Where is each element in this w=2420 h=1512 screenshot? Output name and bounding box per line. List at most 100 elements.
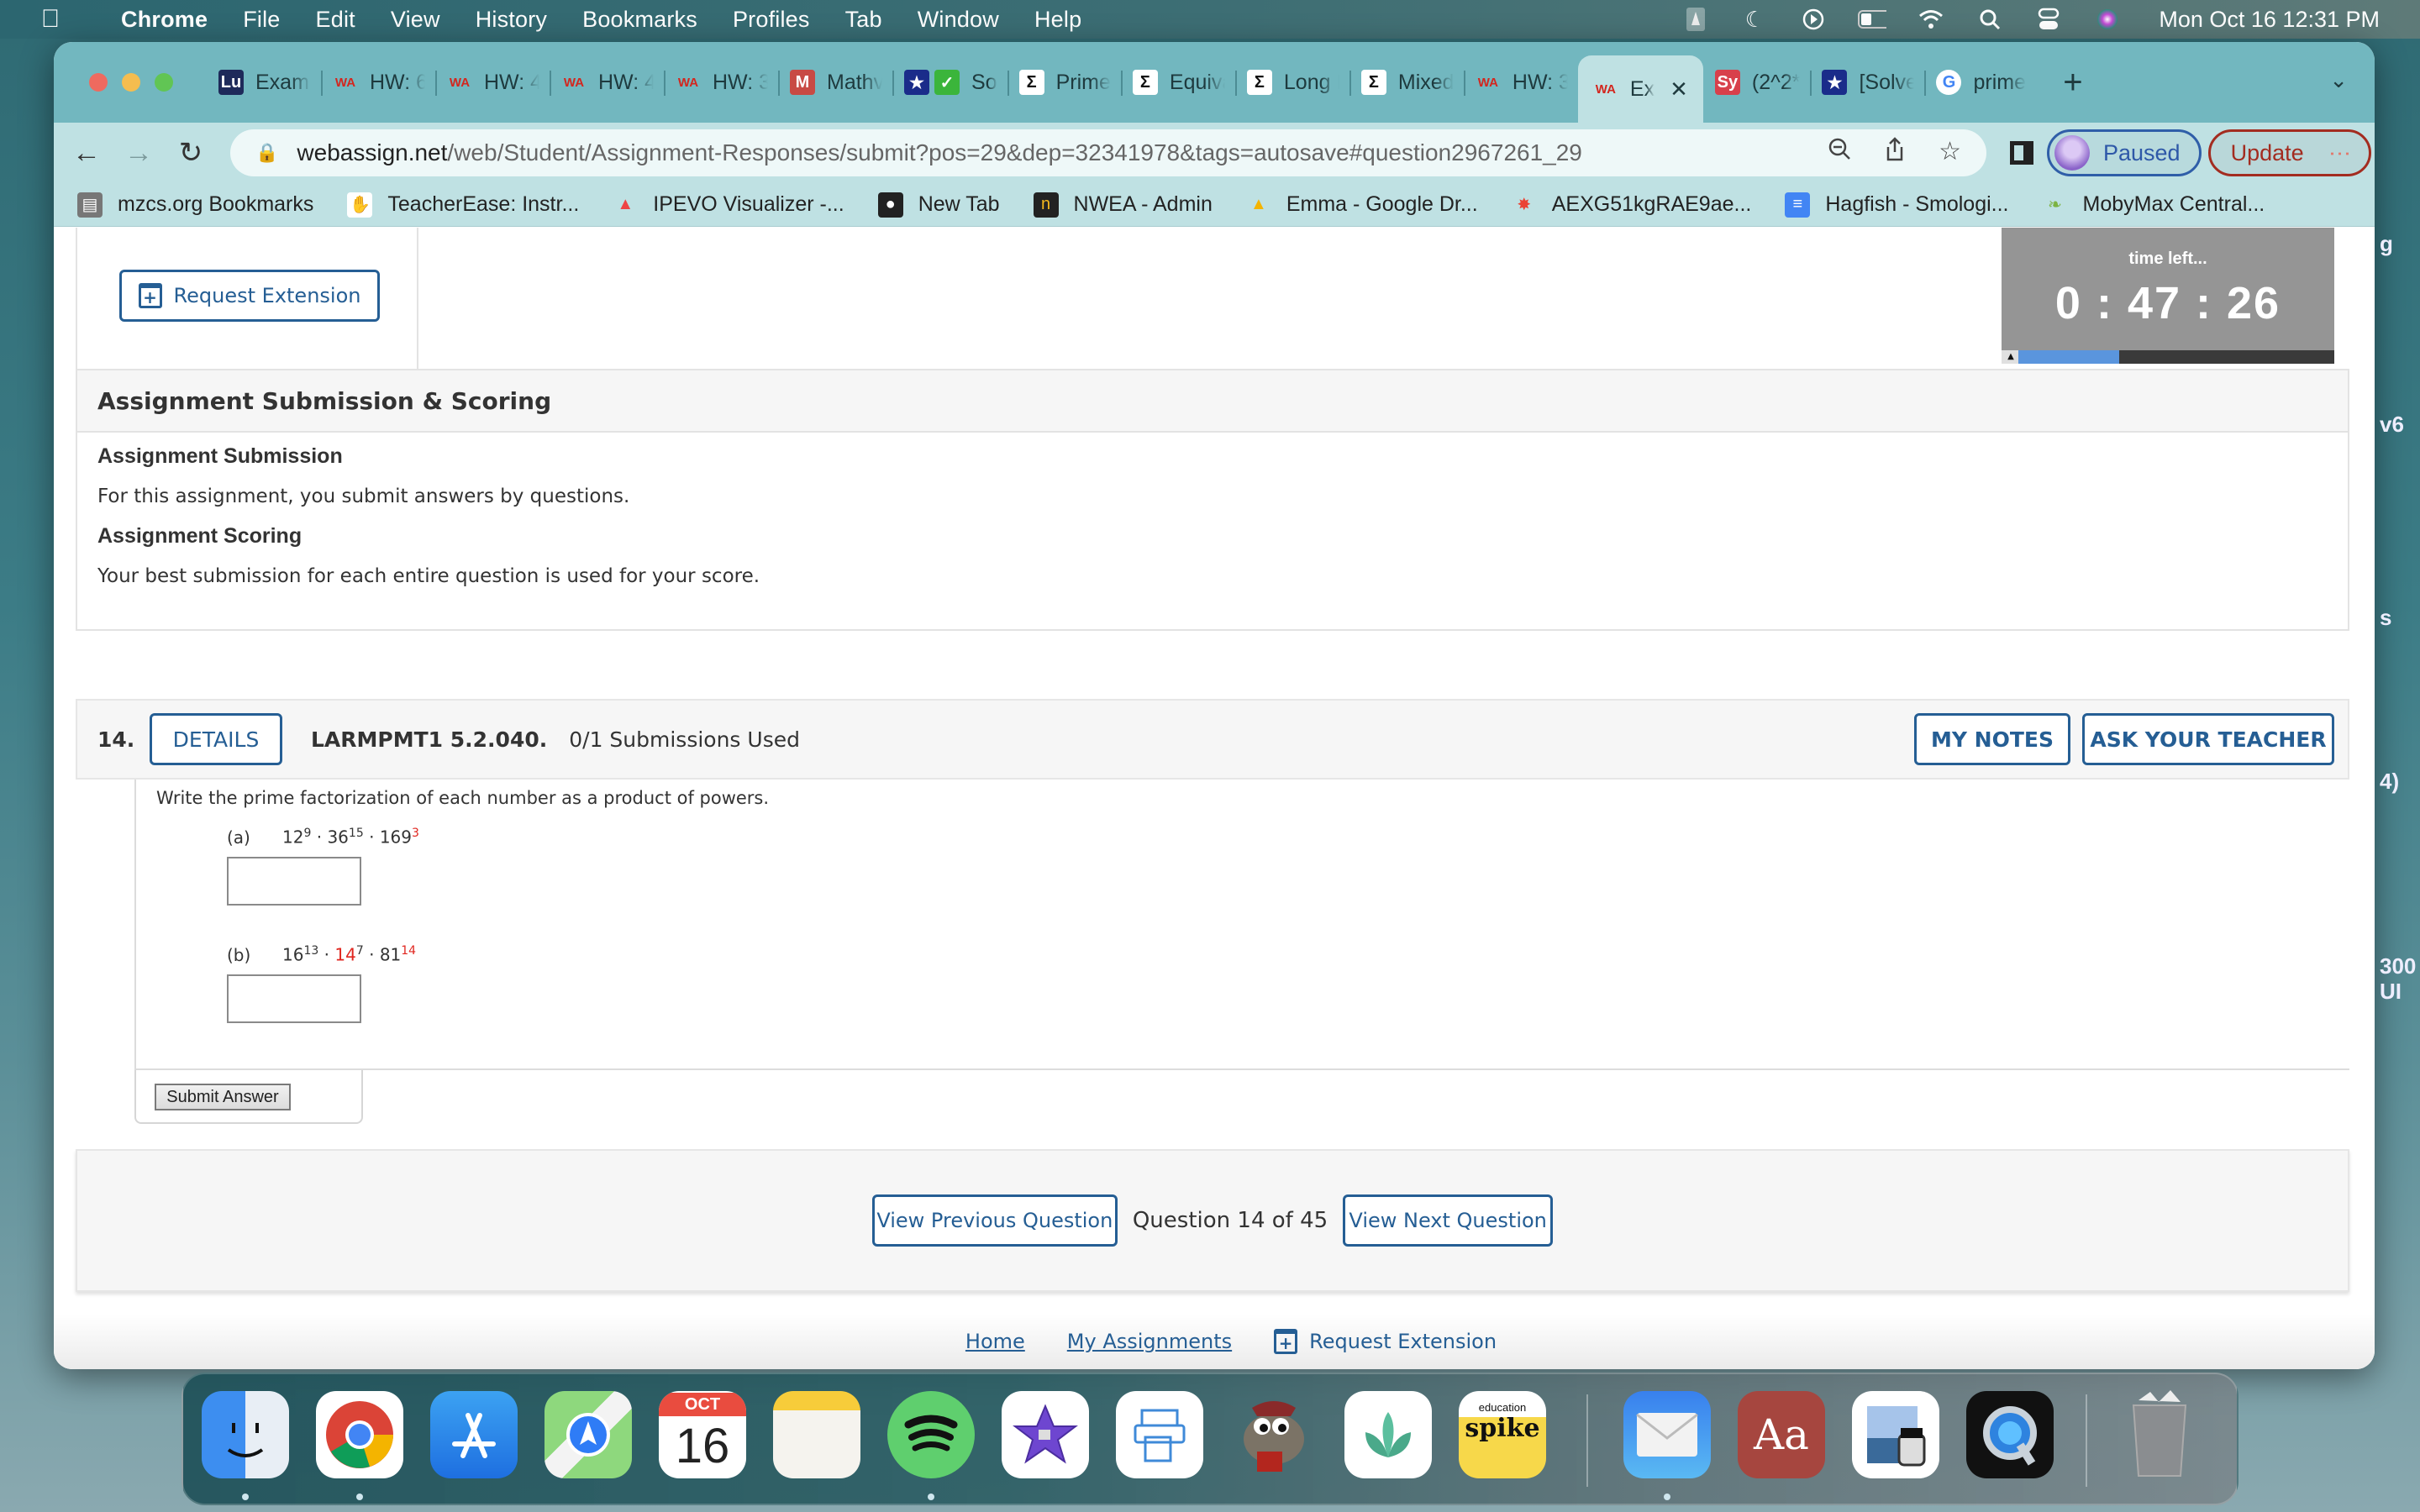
tab[interactable]: WA HW: 4 [550, 57, 664, 108]
webassign-favicon-icon: WA [677, 75, 699, 90]
menu-help[interactable]: Help [1034, 7, 1081, 33]
moon-icon[interactable]: ☾ [1740, 5, 1769, 34]
menu-tab[interactable]: Tab [845, 7, 882, 33]
ask-your-teacher-button[interactable]: ASK YOUR TEACHER [2082, 713, 2334, 765]
menu-file[interactable]: File [243, 7, 280, 33]
menu-edit[interactable]: Edit [316, 7, 355, 33]
dock-imovie-icon[interactable] [1002, 1391, 1089, 1478]
spotlight-icon[interactable] [1975, 5, 2004, 34]
control-center-icon[interactable] [2034, 5, 2063, 34]
dock-notes-icon[interactable] [773, 1391, 860, 1478]
tab[interactable]: Sy (2^2* [1703, 57, 1811, 108]
menu-window[interactable]: Window [918, 7, 999, 33]
tab[interactable]: Σ Equiva [1120, 57, 1235, 108]
tab[interactable]: WA HW: 3 [1463, 57, 1578, 108]
tab[interactable]: Lu Exam: [207, 57, 321, 108]
tab[interactable]: Σ Prime [1007, 57, 1121, 108]
details-button[interactable]: DETAILS [150, 713, 282, 765]
menu-bookmarks[interactable]: Bookmarks [582, 7, 697, 33]
minimize-window-button[interactable] [122, 73, 140, 92]
tab[interactable]: WA HW: 4 [435, 57, 550, 108]
dock-headspace-icon[interactable] [1344, 1391, 1432, 1478]
bookmark-item[interactable]: ❧ MobyMax Central... [2043, 192, 2265, 218]
siri-icon[interactable] [2093, 5, 2122, 34]
dock-maps-icon[interactable] [544, 1391, 632, 1478]
bookmark-item[interactable]: ✸ AEXG51kgRAE9ae... [1512, 192, 1751, 218]
dock-quicktime-icon[interactable] [1966, 1391, 2054, 1478]
menubar-clock[interactable]: Mon Oct 16 12:31 PM [2159, 7, 2380, 33]
dock-preview-icon[interactable] [1852, 1391, 1939, 1478]
footer-request-extension-link[interactable]: + Request Extension [1274, 1329, 1497, 1354]
dock-lego-spike-icon[interactable]: education spike [1459, 1391, 1546, 1478]
zoom-window-button[interactable] [155, 73, 173, 92]
dock-trash-icon[interactable] [2116, 1390, 2203, 1478]
bookmark-item[interactable]: ▲ IPEVO Visualizer -... [613, 192, 844, 218]
bookmark-item[interactable]: ● New Tab [877, 192, 1000, 218]
dock-mail-icon[interactable] [1623, 1391, 1711, 1478]
menu-app-name[interactable]: Chrome [121, 7, 208, 33]
apple-menu-icon[interactable]:  [34, 5, 67, 34]
share-icon[interactable] [1885, 137, 1905, 169]
my-notes-button[interactable]: MY NOTES [1914, 713, 2070, 765]
part-b-answer-input[interactable] [227, 974, 361, 1023]
profile-button[interactable]: Paused [2047, 129, 2202, 176]
bookmark-item[interactable]: n NWEA - Admin [1033, 192, 1213, 218]
footer-home-link[interactable]: Home [965, 1330, 1025, 1353]
play-icon[interactable] [1799, 5, 1828, 34]
back-button[interactable]: ← [67, 134, 106, 172]
timer-progress-fill [2018, 350, 2120, 364]
page-footer: Home My Assignments + Request Extension [54, 1314, 2375, 1369]
tab-active[interactable]: WA Ex ✕ [1577, 55, 1703, 123]
update-button[interactable]: Update ⋮ [2207, 129, 2371, 176]
part-a-answer-input[interactable] [227, 857, 361, 906]
bookmark-star-icon[interactable]: ☆ [1939, 137, 1961, 169]
multiplication-dot: · [363, 944, 380, 965]
menu-history[interactable]: History [476, 7, 547, 33]
request-extension-button[interactable]: + Request Extension [119, 270, 380, 322]
bookmark-item[interactable]: ✋ TeacherEase: Instr... [347, 192, 579, 218]
tab[interactable]: Σ Mixed [1349, 57, 1464, 108]
tab[interactable]: Σ Long I [1234, 57, 1349, 108]
more-menu-icon[interactable]: ⋮ [2328, 143, 2354, 163]
dock-calendar-icon[interactable]: OCT 16 [659, 1391, 746, 1478]
background-window-edge: g v6 s 4) 300 UI [2375, 210, 2420, 1050]
dock-app-store-icon[interactable] [430, 1391, 518, 1478]
view-previous-question-button[interactable]: View Previous Question [871, 1194, 1118, 1247]
dock-printer-icon[interactable] [1116, 1391, 1203, 1478]
dock-gimp-icon[interactable] [1230, 1391, 1318, 1478]
bookmark-item[interactable]: ▤ mzcs.org Bookmarks [77, 192, 313, 218]
reload-button[interactable]: ↻ [171, 134, 210, 172]
side-panel-icon[interactable] [2010, 141, 2033, 165]
tab[interactable]: ★ [Solve [1810, 57, 1924, 108]
tab[interactable]: Gprime [1924, 57, 2036, 108]
dock-finder-icon[interactable] [202, 1391, 289, 1478]
menu-profiles[interactable]: Profiles [733, 7, 810, 33]
address-bar[interactable]: 🔒 webassign.net/web/Student/Assignment-R… [230, 129, 1986, 176]
tab[interactable]: ★ ✓ So [892, 57, 1007, 108]
drive-icon[interactable] [1681, 5, 1710, 34]
lock-icon[interactable]: 🔒 [255, 142, 278, 164]
submission-scoring-panel: Assignment Submission & Scoring Assignme… [76, 369, 2349, 631]
collapse-timer-icon[interactable]: ▲ [2002, 350, 2020, 364]
bookmark-item[interactable]: ≡ Hagfish - Smologi... [1785, 192, 2009, 218]
close-window-button[interactable] [89, 73, 108, 92]
close-tab-icon[interactable]: ✕ [1670, 76, 1688, 102]
forward-button[interactable]: → [119, 134, 158, 172]
tab[interactable]: WA HW: 3 [664, 57, 778, 108]
dock-chrome-icon[interactable] [316, 1391, 403, 1478]
tab[interactable]: M Mathv [778, 57, 892, 108]
tab-search-chevron-icon[interactable]: ⌄ [2329, 67, 2348, 93]
tab-title: HW: 3 [1512, 70, 1568, 94]
battery-icon[interactable] [1858, 5, 1887, 34]
new-tab-button[interactable]: + [2056, 64, 2090, 102]
view-next-question-button[interactable]: View Next Question [1343, 1194, 1554, 1247]
dock-dictionary-icon[interactable]: Aa [1738, 1391, 1825, 1478]
wifi-icon[interactable] [1917, 5, 1945, 34]
zoom-out-icon[interactable] [1828, 137, 1851, 169]
tab[interactable]: WA HW: 6 [321, 57, 435, 108]
bookmark-item[interactable]: ▲ Emma - Google Dr... [1246, 192, 1478, 218]
footer-my-assignments-link[interactable]: My Assignments [1067, 1330, 1232, 1353]
menu-view[interactable]: View [391, 7, 440, 33]
submit-answer-button[interactable]: Submit Answer [155, 1084, 291, 1110]
dock-spotify-icon[interactable] [887, 1391, 975, 1478]
